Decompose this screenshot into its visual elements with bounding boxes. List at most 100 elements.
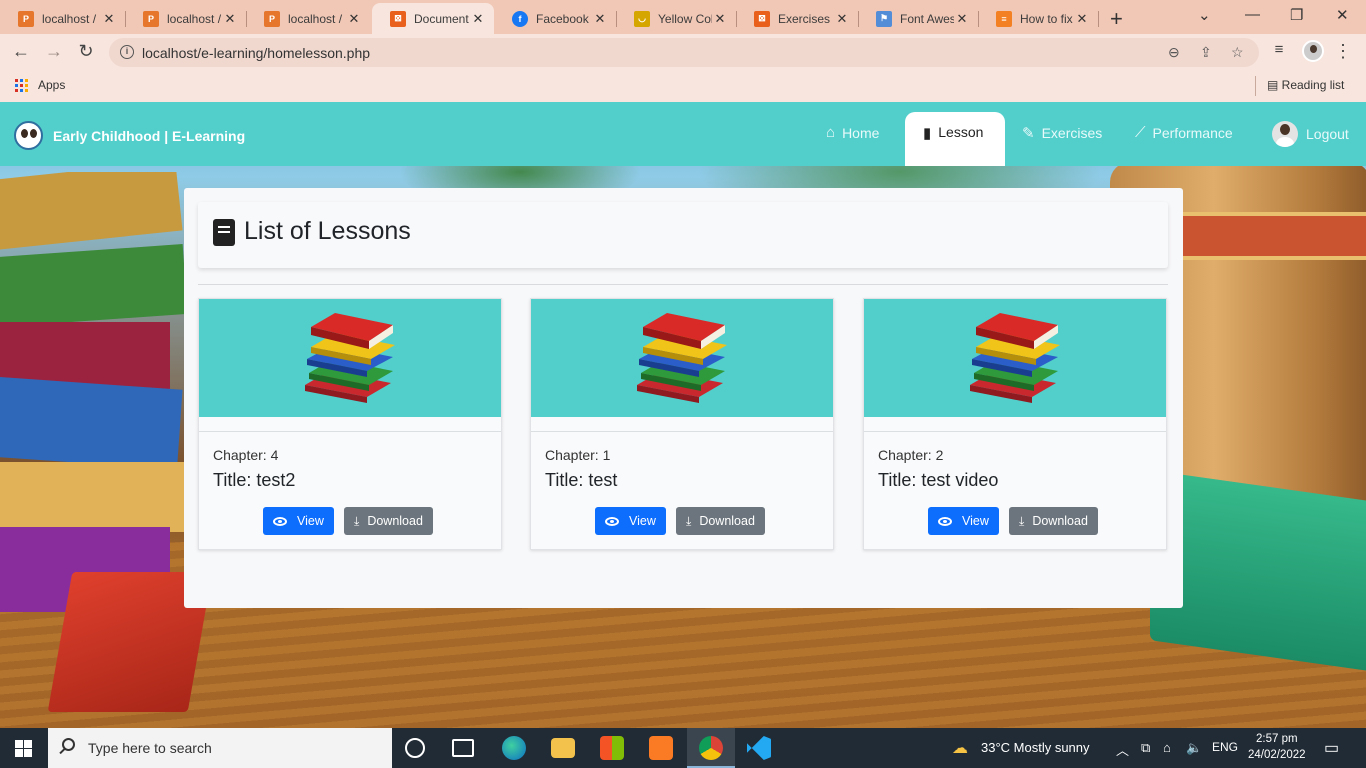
view-label: View xyxy=(962,514,989,528)
pen-icon: ✎ xyxy=(1022,125,1035,142)
nav-item-performance[interactable]: ⟋ Performance xyxy=(1135,124,1233,141)
reading-list-label: Reading list xyxy=(1281,78,1345,92)
close-icon[interactable]: ✕ xyxy=(834,11,850,27)
pma-icon: P xyxy=(264,10,280,27)
url-text[interactable]: localhost/e-learning/homelesson.php xyxy=(142,45,370,61)
view-button[interactable]: View xyxy=(263,507,334,535)
clock-time: 2:57 pm xyxy=(1256,733,1298,745)
search-icon xyxy=(62,738,75,751)
site-brand[interactable]: Early Childhood | E-Learning xyxy=(14,121,245,150)
taskbar-search[interactable]: Type here to search xyxy=(48,728,392,768)
zoom-icon[interactable]: ⊖ xyxy=(1168,44,1180,61)
flag-icon: ⚑ xyxy=(876,10,892,27)
lesson-title: Title: test xyxy=(545,470,618,490)
nav-item-logout[interactable]: Logout xyxy=(1272,121,1349,147)
address-bar[interactable]: i localhost/e-learning/homelesson.php ⊖ … xyxy=(109,38,1259,67)
download-button[interactable]: ⤓ Download xyxy=(676,507,765,535)
close-icon[interactable]: ✕ xyxy=(470,11,486,27)
browser-tab[interactable]: f Facebook ✕ xyxy=(494,3,617,34)
chrome-icon xyxy=(699,736,723,760)
panel-header: List of Lessons xyxy=(198,202,1168,268)
cortana-icon[interactable] xyxy=(405,738,425,758)
close-icon[interactable]: ✕ xyxy=(1074,11,1090,27)
browser-tab[interactable]: ⚑ Font Awes ✕ xyxy=(858,3,979,34)
lesson-card: Chapter: 1 Title: test View ⤓ Download xyxy=(530,298,834,550)
clock[interactable]: 2:57 pm 24/02/2022 xyxy=(1248,731,1306,763)
close-icon[interactable]: ✕ xyxy=(592,11,608,27)
tab-label: Facebook xyxy=(536,11,589,26)
apps-bookmark[interactable]: Apps xyxy=(38,78,65,92)
nav-label: Logout xyxy=(1306,126,1349,142)
restore-icon[interactable]: ❐ xyxy=(1290,6,1303,24)
xampp-icon[interactable] xyxy=(649,736,673,760)
page-viewport: Early Childhood | E-Learning ⌂ Home ▮ Le… xyxy=(0,102,1366,728)
close-icon[interactable]: ✕ xyxy=(222,11,238,27)
tab-label: localhost / xyxy=(167,11,222,26)
books-stack-icon xyxy=(305,313,395,403)
facebook-icon: f xyxy=(512,10,528,27)
tab-label: Document xyxy=(414,11,469,26)
info-icon[interactable]: i xyxy=(120,45,134,59)
media-icon[interactable]: ≡ xyxy=(1268,41,1290,58)
browser-tab[interactable]: ◡ Yellow Col ✕ xyxy=(616,3,737,34)
notification-icon[interactable]: ▭ xyxy=(1324,738,1339,758)
edge-icon[interactable] xyxy=(502,736,526,760)
windows-start-icon[interactable] xyxy=(15,740,32,757)
home-icon: ⌂ xyxy=(826,124,836,141)
menu-icon[interactable]: ⋮ xyxy=(1332,41,1354,62)
browser-tab[interactable]: ≡ How to fix ✕ xyxy=(978,3,1099,34)
browser-tab[interactable]: ⊠ Exercises ✕ xyxy=(736,3,859,34)
apps-icon[interactable] xyxy=(15,79,28,92)
file-explorer-icon[interactable] xyxy=(551,738,575,758)
store-icon[interactable] xyxy=(600,736,624,760)
close-icon[interactable]: ✕ xyxy=(954,11,970,27)
tab-label: localhost / xyxy=(288,11,343,26)
vscode-icon[interactable] xyxy=(747,736,771,760)
task-view-icon[interactable] xyxy=(452,739,474,757)
bookmarks-bar: Apps ▤ Reading list xyxy=(0,70,1366,102)
back-icon[interactable]: ← xyxy=(10,41,32,62)
pma-icon: P xyxy=(143,10,159,27)
view-button[interactable]: View xyxy=(928,507,999,535)
browser-tab-active[interactable]: ⊠ Document ✕ xyxy=(372,3,494,34)
share-icon[interactable]: ⇪ xyxy=(1200,44,1212,61)
divider xyxy=(198,284,1168,285)
browser-tab[interactable]: P localhost / ✕ xyxy=(246,3,370,34)
browser-tab[interactable]: P localhost / ✕ xyxy=(125,3,247,34)
tab-search-icon[interactable]: ⌄ xyxy=(1198,6,1211,24)
download-button[interactable]: ⤓ Download xyxy=(1009,507,1098,535)
tab-label: Font Awes xyxy=(900,11,954,26)
view-button[interactable]: View xyxy=(595,507,666,535)
download-label: Download xyxy=(1032,514,1088,528)
close-icon[interactable]: ✕ xyxy=(101,11,117,27)
nav-item-exercises[interactable]: ✎ Exercises xyxy=(1022,124,1102,142)
stack-icon: ≡ xyxy=(996,10,1012,27)
volume-icon[interactable]: 🔈 xyxy=(1186,740,1202,756)
download-button[interactable]: ⤓ Download xyxy=(344,507,433,535)
device-icon[interactable]: ⧉ xyxy=(1141,740,1150,756)
minimize-icon[interactable]: — xyxy=(1245,6,1260,23)
books-stack-icon xyxy=(637,313,727,403)
chevron-up-icon[interactable]: ︿ xyxy=(1116,740,1129,759)
site-navbar: Early Childhood | E-Learning ⌂ Home ▮ Le… xyxy=(0,102,1366,166)
cup-icon: ◡ xyxy=(634,10,650,27)
reading-list-button[interactable]: ▤ Reading list xyxy=(1267,78,1344,92)
close-icon[interactable]: ✕ xyxy=(346,11,362,27)
nav-item-lesson[interactable]: ▮ Lesson xyxy=(905,112,1005,166)
view-label: View xyxy=(629,514,656,528)
forward-icon[interactable]: → xyxy=(43,41,65,62)
star-icon[interactable]: ☆ xyxy=(1231,44,1244,61)
reload-icon[interactable]: ↻ xyxy=(75,41,97,62)
browser-tab[interactable]: P localhost / ✕ xyxy=(0,3,126,34)
nav-label: Lesson xyxy=(938,124,984,140)
nav-item-home[interactable]: ⌂ Home xyxy=(826,124,879,141)
chrome-taskbar-button[interactable] xyxy=(687,728,735,768)
weather-text[interactable]: 33°C Mostly sunny xyxy=(981,740,1090,755)
close-window-icon[interactable]: ✕ xyxy=(1336,6,1349,24)
page-title: List of Lessons xyxy=(244,217,411,245)
network-icon[interactable]: ⌂ xyxy=(1163,740,1171,755)
language-indicator[interactable]: ENG xyxy=(1212,740,1238,754)
new-tab-icon[interactable]: + xyxy=(1110,6,1123,32)
profile-avatar[interactable] xyxy=(1302,40,1324,62)
close-icon[interactable]: ✕ xyxy=(712,11,728,27)
